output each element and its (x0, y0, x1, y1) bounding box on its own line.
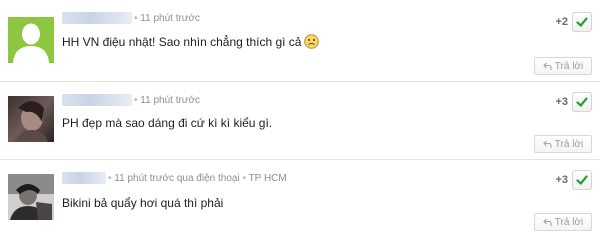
upvote-button[interactable] (572, 92, 592, 112)
user-photo-avatar (8, 174, 54, 220)
comment-time: 11 phút trước (140, 13, 201, 24)
upvote-button[interactable] (572, 12, 592, 32)
comment-location: TP HCM (248, 173, 287, 184)
checkmark-icon (576, 97, 588, 107)
comment-item: • 11 phút trước qua điện thoại • TP HCM … (0, 160, 600, 240)
vote-widget: +2 (555, 12, 592, 32)
user-photo-avatar (8, 96, 54, 142)
reply-label: Trả lời (554, 216, 584, 228)
author-name-redacted[interactable] (62, 12, 132, 24)
comment-time: 11 phút trước qua điện thoại (114, 173, 240, 184)
reply-button[interactable]: Trả lời (534, 135, 592, 153)
author-name-redacted[interactable] (62, 172, 106, 184)
default-user-silhouette-icon (8, 17, 54, 63)
comment-text: Bikini bả quẩy hơi quá thì phải (62, 196, 223, 210)
reply-arrow-icon (543, 218, 552, 226)
vote-widget: +3 (555, 92, 592, 112)
comment-time: 11 phút trước (140, 95, 201, 106)
reply-arrow-icon (543, 62, 552, 70)
vote-count: +3 (555, 96, 568, 108)
avatar[interactable] (8, 96, 54, 142)
comment-text-content: HH VN điệu nhật! Sao nhìn chẳng thích gì… (62, 35, 302, 49)
frowning-face-emoji-icon (304, 34, 320, 52)
vote-count: +3 (555, 174, 568, 186)
checkmark-icon (576, 175, 588, 185)
avatar[interactable] (8, 17, 54, 63)
comment-text: PH đẹp mà sao dáng đi cứ kì kì kiểu gì. (62, 116, 272, 130)
vote-count: +2 (555, 16, 568, 28)
reply-button[interactable]: Trả lời (534, 213, 592, 231)
comment-text-content: Bikini bả quẩy hơi quá thì phải (62, 196, 224, 210)
comment-text: HH VN điệu nhật! Sao nhìn chẳng thích gì… (62, 34, 320, 52)
avatar[interactable] (8, 174, 54, 220)
comment-item: • 11 phút trước HH VN điệu nhật! Sao nhì… (0, 0, 600, 82)
author-name-redacted[interactable] (62, 94, 132, 106)
upvote-button[interactable] (572, 170, 592, 190)
comment-meta: • 11 phút trước qua điện thoại • TP HCM (108, 173, 287, 184)
comment-meta: • 11 phút trước (134, 95, 201, 106)
vote-widget: +3 (555, 170, 592, 190)
reply-label: Trả lời (554, 138, 584, 150)
checkmark-icon (576, 17, 588, 27)
comment-item: • 11 phút trước PH đẹp mà sao dáng đi cứ… (0, 82, 600, 160)
reply-arrow-icon (543, 140, 552, 148)
comment-text-content: PH đẹp mà sao dáng đi cứ kì kì kiểu gì. (62, 116, 273, 130)
reply-label: Trả lời (554, 60, 584, 72)
reply-button[interactable]: Trả lời (534, 57, 592, 75)
comment-meta: • 11 phút trước (134, 13, 201, 24)
